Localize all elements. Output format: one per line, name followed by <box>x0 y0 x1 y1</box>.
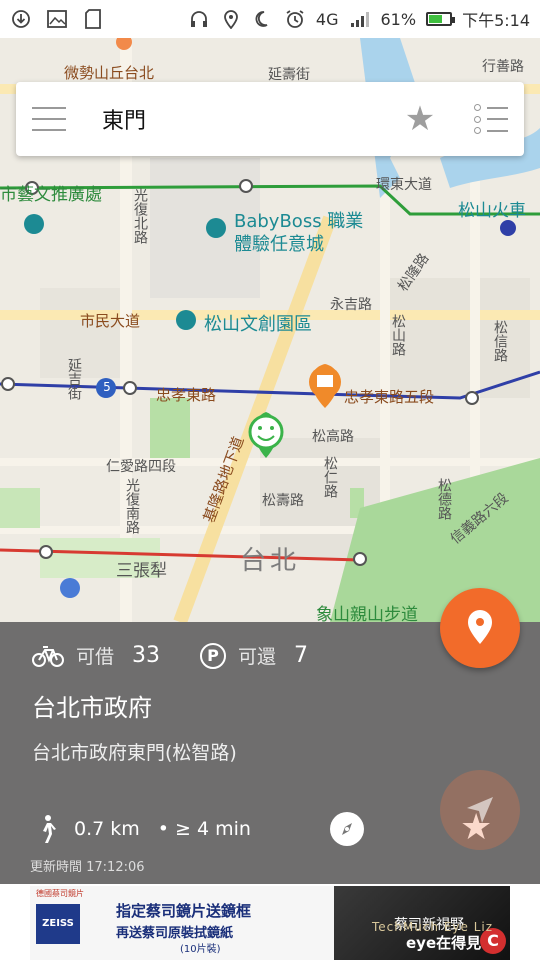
do-not-disturb-icon <box>252 8 274 30</box>
walk-info: 0.7 km • ≥ 4 min <box>36 814 251 844</box>
map-pin-icon <box>468 610 492 644</box>
map-label-babyboss[interactable]: BabyBoss 職業 體驗任意城 <box>234 210 363 256</box>
map-label-huandong: 環東大道 <box>376 177 432 193</box>
navigation-arrow-icon <box>467 797 493 823</box>
map-label-songgao: 松高路 <box>312 429 354 445</box>
return-label: 可還 <box>238 646 277 668</box>
map-label-xiangshan: 象山親山步道 <box>316 605 418 622</box>
location-icon <box>220 8 242 30</box>
map-label-yongji: 永吉路 <box>330 297 372 313</box>
update-time: 更新時間 17:12:06 <box>30 860 145 875</box>
ad-subheadline: 再送蔡司原裝拭鏡紙 <box>116 926 234 941</box>
parking-icon: P <box>200 642 227 669</box>
map-label-songshan-rd: 松山路 <box>390 314 406 356</box>
search-bar[interactable]: 東門 ★ <box>16 82 524 156</box>
map-label-taipei: 台北 <box>240 546 301 576</box>
borrow-label: 可借 <box>76 646 115 668</box>
map-label-songren: 松仁路 <box>322 456 338 498</box>
map-label-renai4: 仁愛路四段 <box>106 459 176 475</box>
map-label-guangfu-s: 光復南路 <box>124 478 140 534</box>
compass-icon[interactable] <box>330 812 364 846</box>
walk-distance: 0.7 km <box>74 818 140 840</box>
map-label-arts-plaza: 市藝文推廣處 <box>0 185 102 205</box>
sd-card-icon <box>82 8 104 30</box>
station-address: 台北市政府東門(松智路) <box>32 742 237 764</box>
map-label-zhongxiao: 忠孝東路 <box>156 386 217 404</box>
hamburger-menu-icon[interactable] <box>32 107 66 131</box>
search-input[interactable]: 東門 <box>102 103 402 135</box>
locate-station-button[interactable] <box>440 588 520 668</box>
watermark: TechMuch Eye Liz <box>372 920 494 934</box>
map-label-weishi: 微勢山丘台北 <box>64 64 155 82</box>
return-count: 7 <box>294 643 309 668</box>
map-label-yanji: 延吉街 <box>66 358 82 400</box>
map-label-zhongxiao5: 忠孝東路五段 <box>344 388 435 406</box>
status-bar: 4G 61% 下午5:14 <box>0 0 540 38</box>
map-label-songde: 松德路 <box>436 478 452 520</box>
metro-line-5-badge: 5 <box>103 380 111 394</box>
clock: 下午5:14 <box>462 11 530 30</box>
navigate-button[interactable] <box>440 770 520 850</box>
zeiss-logo: ZEISS <box>36 904 80 944</box>
status-right-icons: 4G 61% 下午5:14 <box>188 7 530 31</box>
borrow-count: 33 <box>132 643 161 668</box>
download-icon <box>10 8 32 30</box>
station-name: 台北市政府 <box>32 694 152 722</box>
map-label-songshan-park[interactable]: 松山文創園區 <box>204 310 312 336</box>
ad-note: (10片裝) <box>180 944 221 955</box>
walk-time: • ≥ 4 min <box>157 818 251 840</box>
image-icon <box>46 8 68 30</box>
map-label-guangfu-n: 光復北路 <box>132 188 148 244</box>
walking-icon <box>43 815 56 843</box>
ad-headline: 指定蔡司鏡片送鏡框 <box>116 902 252 920</box>
status-left-icons <box>10 8 104 30</box>
map-label-songxin: 松信路 <box>492 320 508 362</box>
map-label-songshan-station: 松山火車 <box>458 201 526 221</box>
map-label-sanzhangli: 三張犁 <box>116 561 167 581</box>
favorite-star-icon[interactable]: ★ <box>402 101 438 137</box>
network-type: 4G <box>315 9 339 29</box>
headphones-icon <box>188 8 210 30</box>
map-label-xingshan: 行善路 <box>482 59 524 75</box>
availability-row: 可借 33 P 可還 7 <box>32 642 348 669</box>
battery-percent: 61% <box>380 9 417 29</box>
map-label-songshou: 松壽路 <box>262 493 304 509</box>
bike-icon <box>32 645 64 667</box>
list-view-icon[interactable] <box>474 104 508 134</box>
map-label-yanshou: 延壽街 <box>268 67 310 83</box>
ad-left-panel[interactable]: 德國蔡司鏡片 ZEISS 指定蔡司鏡片送鏡框 再送蔡司原裝拭鏡紙 (10片裝) <box>30 886 334 960</box>
alarm-icon <box>284 8 306 30</box>
map-label-shimin: 市民大道 <box>80 312 141 330</box>
ad-right-line2: eye在得見 <box>406 934 482 952</box>
battery-icon <box>426 12 456 26</box>
signal-icon <box>349 8 371 30</box>
ad-brand: 德國蔡司鏡片 <box>36 889 84 898</box>
